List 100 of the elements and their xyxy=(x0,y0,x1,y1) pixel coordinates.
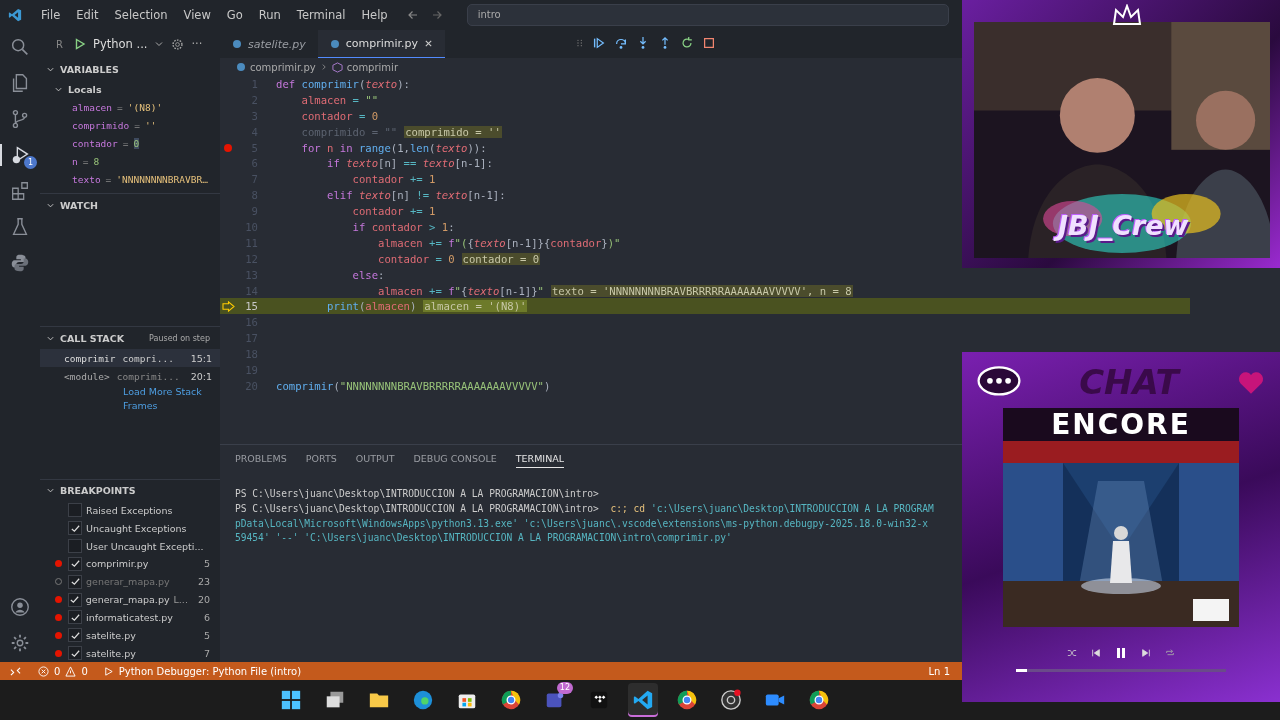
editor-tab[interactable]: comprimir.py xyxy=(317,30,446,58)
checkbox[interactable] xyxy=(68,628,82,643)
variable-value: '' xyxy=(144,119,157,131)
terminal-line: pData\Local\Microsoft\WindowsApps\python3.13.exe' 'c:\Users\juanc\.vscode\extensions\ms-python.debugpy-2025.18.0-win32-x xyxy=(235,517,929,531)
chevron-down-icon[interactable] xyxy=(154,39,165,49)
checkbox[interactable] xyxy=(68,539,82,554)
panel-tab[interactable]: PROBLEMS xyxy=(235,453,287,467)
line-number: 5 xyxy=(203,629,210,641)
settings-icon[interactable] xyxy=(171,37,185,51)
breakpoint-condition: L... xyxy=(173,594,188,606)
breadcrumb-item[interactable]: comprimir xyxy=(346,61,398,73)
stack-frame[interactable]: <module> comprimi... 20:1 xyxy=(40,367,220,385)
menu-item[interactable]: Edit xyxy=(69,6,106,24)
menu-item[interactable]: Terminal xyxy=(289,6,353,24)
code-line: almacen += f"{texto[n-1]}" xyxy=(377,284,544,297)
breakpoint-label[interactable]: comprimir.py xyxy=(86,558,200,570)
line-number: 7 xyxy=(203,647,210,659)
previous-track-icon[interactable] xyxy=(1091,648,1101,658)
next-track-icon[interactable] xyxy=(1141,648,1151,658)
menu-item[interactable]: Run xyxy=(251,6,288,24)
breakpoint-label[interactable]: satelite.py xyxy=(86,647,200,659)
close-icon[interactable] xyxy=(424,39,434,48)
section-title[interactable]: WATCH xyxy=(60,199,99,211)
inline-value: almacen = '(N8)' xyxy=(423,300,528,313)
command-center[interactable]: intro xyxy=(466,4,949,26)
forward-arrow-icon[interactable] xyxy=(430,9,443,21)
album-title: ENCORE xyxy=(1003,408,1239,441)
code-line: print(almacen) xyxy=(326,300,417,313)
debug-icon[interactable] xyxy=(102,665,114,677)
breakpoint-label[interactable]: generar_mapa.py xyxy=(85,594,170,606)
step-over-icon[interactable] xyxy=(614,36,628,50)
breakpoint-label[interactable]: User Uncaught Excepti... xyxy=(86,540,210,552)
line-number: 23 xyxy=(197,576,210,588)
menu-item[interactable]: Help xyxy=(354,6,395,24)
section-title[interactable]: VARIABLES xyxy=(60,63,119,75)
panel-tab[interactable]: TERMINAL xyxy=(515,453,565,468)
warning-count[interactable]: 0 xyxy=(81,665,88,677)
breakpoint-label[interactable]: Raised Exceptions xyxy=(86,504,210,516)
function-icon xyxy=(331,61,343,73)
checkbox[interactable] xyxy=(67,592,82,607)
menu-item[interactable]: Selection xyxy=(107,6,175,24)
load-more-link[interactable]: Load More Stack Frames xyxy=(40,385,220,413)
settings-icon[interactable] xyxy=(9,632,31,654)
line-number: 20 xyxy=(197,594,210,606)
extensions-icon[interactable] xyxy=(9,180,31,202)
breakpoint-label[interactable]: Uncaught Exceptions xyxy=(86,522,210,534)
scope-label[interactable]: Locals xyxy=(68,83,102,95)
equals-sign: = xyxy=(82,155,89,167)
error-icon[interactable] xyxy=(38,665,49,677)
panel-tab[interactable]: OUTPUT xyxy=(355,453,395,467)
breakpoint-dot[interactable] xyxy=(224,143,232,152)
cursor-position[interactable]: Ln 1 xyxy=(928,665,950,677)
panel-tab[interactable]: DEBUG CONSOLE xyxy=(413,453,497,467)
menu-item[interactable]: Go xyxy=(219,6,250,24)
progress-track[interactable] xyxy=(1016,669,1226,672)
panel-tab[interactable]: PORTS xyxy=(305,453,337,467)
snake-logo-icon[interactable] xyxy=(9,252,31,274)
code-line: comprimido = "" xyxy=(300,125,398,138)
launch-config-dropdown[interactable]: Python ... xyxy=(92,37,148,51)
restart-icon[interactable] xyxy=(680,36,694,50)
stack-frame[interactable]: comprimir compri... 15:1 xyxy=(40,349,220,367)
shuffle-icon[interactable] xyxy=(1067,648,1077,658)
breakpoint-label[interactable]: satelite.py xyxy=(86,629,200,641)
repeat-icon[interactable] xyxy=(1165,648,1175,658)
notification-badge: 12 xyxy=(556,682,573,694)
checkbox[interactable] xyxy=(68,646,82,661)
pause-icon[interactable] xyxy=(1115,647,1127,659)
checkbox[interactable] xyxy=(68,503,82,518)
variable-name: comprimido xyxy=(72,119,130,131)
stop-icon[interactable] xyxy=(702,36,716,50)
checkbox[interactable] xyxy=(68,521,82,536)
continue-icon[interactable] xyxy=(592,36,606,50)
remote-icon[interactable] xyxy=(10,665,21,677)
variable-name: almacen xyxy=(72,101,113,113)
menu-item[interactable]: File xyxy=(34,6,68,24)
menu-item[interactable]: View xyxy=(176,6,218,24)
editor-tab[interactable]: satelite.py xyxy=(220,30,318,58)
more-actions-button[interactable]: ··· xyxy=(191,37,203,51)
checkbox[interactable] xyxy=(68,556,82,571)
drag-handle-icon[interactable] xyxy=(576,37,584,49)
search-icon[interactable] xyxy=(9,36,31,58)
back-arrow-icon[interactable] xyxy=(406,9,419,21)
code-line: contador += 1 xyxy=(351,205,436,218)
section-title[interactable]: BREAKPOINTS xyxy=(60,485,136,497)
checkbox[interactable] xyxy=(68,610,82,625)
section-title[interactable]: CALL STACK xyxy=(60,332,124,344)
breakpoint-label[interactable]: generar_mapa.py xyxy=(86,576,194,588)
checkbox[interactable] xyxy=(68,574,82,589)
debug-session-label[interactable]: Python Debugger: Python File (intro) xyxy=(118,665,302,677)
account-icon[interactable] xyxy=(9,596,31,618)
breadcrumb-item[interactable]: comprimir.py xyxy=(250,61,316,73)
panel-label: R xyxy=(56,38,63,50)
warning-icon[interactable] xyxy=(65,665,77,677)
code-line: almacen = "" xyxy=(300,93,379,106)
start-debugging-icon[interactable] xyxy=(73,38,86,50)
inline-value: comprimido = '' xyxy=(404,125,502,138)
error-count[interactable]: 0 xyxy=(54,665,61,677)
code-line: almacen += f"({texto[n-1]}{contador})" xyxy=(377,236,621,249)
breakpoint-label[interactable]: informaticatest.py xyxy=(86,611,200,623)
code-line: comprimir("NNNNNNNNBRAVBRRRRRAAAAAAAVVVVV") xyxy=(276,379,551,392)
